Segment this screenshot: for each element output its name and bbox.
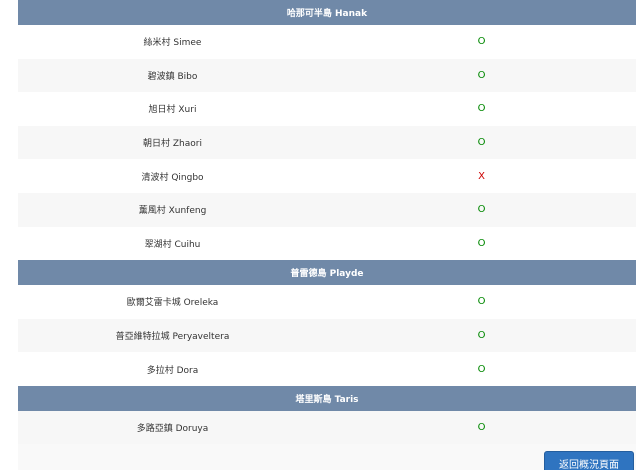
location-name: 清波村 Qingbo [18, 159, 327, 193]
section-title: 塔里斯島 Taris [18, 385, 636, 411]
section-title: 普雷德島 Playde [18, 260, 636, 286]
location-name: 薰風村 Xunfeng [18, 192, 327, 227]
status-mark: O [327, 25, 636, 59]
location-name: 旭日村 Xuri [18, 92, 327, 126]
status-mark: O [327, 318, 636, 353]
table-row: 普亞維特拉城 Peryaveltera O [18, 318, 636, 353]
section-header-playde: 普雷德島 Playde [18, 260, 636, 286]
location-name: 朝日村 Zhaori [18, 125, 327, 160]
location-name: 絲米村 Simee [18, 25, 327, 59]
status-mark: O [327, 410, 636, 444]
table-row: 薰風村 Xunfeng O [18, 192, 636, 227]
region-table-panel: 哈那可半島 Hanak 絲米村 Simee O 碧波鎮 Bibo O 旭日村 X… [18, 0, 636, 470]
table-row: 朝日村 Zhaori O [18, 125, 636, 160]
table-row: 歐爾艾雷卡城 Oreleka O [18, 285, 636, 319]
region-table: 哈那可半島 Hanak 絲米村 Simee O 碧波鎮 Bibo O 旭日村 X… [18, 0, 636, 444]
section-header-hanak: 哈那可半島 Hanak [18, 0, 636, 25]
location-name: 多路亞鎮 Doruya [18, 410, 327, 444]
location-name: 翠湖村 Cuihu [18, 226, 327, 261]
status-mark: O [327, 125, 636, 160]
table-row: 多路亞鎮 Doruya O [18, 410, 636, 444]
location-name: 歐爾艾雷卡城 Oreleka [18, 285, 327, 319]
status-mark: X [327, 159, 636, 193]
section-title: 哈那可半島 Hanak [18, 0, 636, 25]
status-mark: O [327, 92, 636, 126]
section-header-taris: 塔里斯島 Taris [18, 385, 636, 411]
table-row: 絲米村 Simee O [18, 25, 636, 59]
table-row: 清波村 Qingbo X [18, 159, 636, 193]
table-row: 旭日村 Xuri O [18, 92, 636, 126]
status-mark: O [327, 226, 636, 261]
status-mark: O [327, 352, 636, 386]
location-name: 多拉村 Dora [18, 352, 327, 386]
status-mark: O [327, 192, 636, 227]
table-row: 翠湖村 Cuihu O [18, 226, 636, 261]
status-mark: O [327, 285, 636, 319]
status-mark: O [327, 58, 636, 93]
location-name: 普亞維特拉城 Peryaveltera [18, 318, 327, 353]
location-name: 碧波鎮 Bibo [18, 58, 327, 93]
page: 哈那可半島 Hanak 絲米村 Simee O 碧波鎮 Bibo O 旭日村 X… [0, 0, 644, 470]
table-row: 碧波鎮 Bibo O [18, 58, 636, 93]
back-to-overview-button[interactable]: 返回概況頁面 [544, 451, 634, 470]
table-row: 多拉村 Dora O [18, 352, 636, 386]
